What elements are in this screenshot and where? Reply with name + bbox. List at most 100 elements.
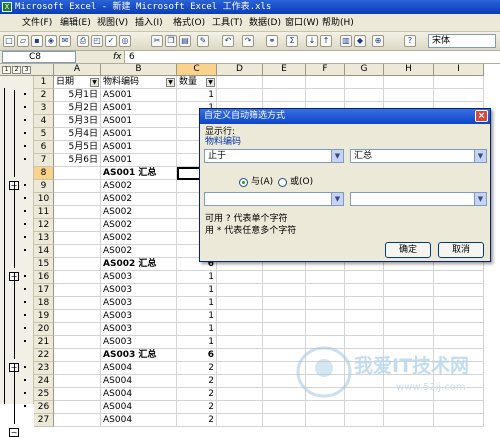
cell-a[interactable]: 5月3日 bbox=[54, 115, 101, 128]
autosum-icon[interactable]: Σ bbox=[286, 35, 298, 47]
menu-window[interactable]: 窗口(W) bbox=[285, 17, 319, 29]
cell-c[interactable]: 2 bbox=[177, 401, 217, 414]
hyperlink-icon[interactable]: ⚭ bbox=[266, 35, 278, 47]
empty-cell[interactable] bbox=[345, 310, 384, 323]
cell-c[interactable]: 1 bbox=[177, 271, 217, 284]
column-header-b[interactable]: B bbox=[101, 64, 177, 76]
row-header[interactable]: 23 bbox=[34, 362, 54, 375]
empty-cell[interactable] bbox=[217, 336, 263, 349]
empty-cell[interactable] bbox=[434, 76, 484, 89]
cancel-button[interactable]: 取消 bbox=[438, 242, 484, 258]
cell-a[interactable] bbox=[54, 310, 101, 323]
cell-b[interactable]: AS001 汇总 bbox=[101, 167, 177, 180]
email-icon[interactable]: ✉ bbox=[59, 35, 71, 47]
cell-b[interactable]: AS001 bbox=[101, 102, 177, 115]
cell-b[interactable]: AS003 bbox=[101, 297, 177, 310]
empty-cell[interactable] bbox=[434, 89, 484, 102]
format-painter-icon[interactable]: ✎ bbox=[197, 35, 209, 47]
operator2-select[interactable]: ▼ bbox=[204, 192, 344, 206]
paste-icon[interactable]: ▤ bbox=[179, 35, 191, 47]
menu-view[interactable]: 视图(V) bbox=[97, 17, 128, 29]
chart-wizard-icon[interactable]: ▥ bbox=[340, 35, 352, 47]
sort-descending-icon[interactable]: ↑ bbox=[320, 35, 332, 47]
row-header[interactable]: 26 bbox=[34, 401, 54, 414]
menu-help[interactable]: 帮助(H) bbox=[322, 17, 354, 29]
autofilter-dropdown-icon[interactable]: ▼ bbox=[206, 78, 215, 87]
column-header-h[interactable]: H bbox=[384, 64, 434, 76]
cell-c[interactable]: 1 bbox=[177, 284, 217, 297]
cell-a[interactable]: 5月4日 bbox=[54, 128, 101, 141]
drawing-icon[interactable]: ◆ bbox=[354, 35, 366, 47]
empty-cell[interactable] bbox=[217, 297, 263, 310]
row-header[interactable]: 16 bbox=[34, 271, 54, 284]
empty-cell[interactable] bbox=[434, 414, 484, 427]
row-header[interactable]: 18 bbox=[34, 297, 54, 310]
column-header-a[interactable]: A bbox=[54, 64, 101, 76]
print-preview-icon[interactable]: ◰ bbox=[91, 35, 103, 47]
research-icon[interactable]: ◎ bbox=[119, 35, 131, 47]
row-header[interactable]: 7 bbox=[34, 154, 54, 167]
print-icon[interactable]: ⎙ bbox=[77, 35, 89, 47]
value-combo[interactable]: 汇总 ▼ bbox=[350, 149, 487, 163]
cell-a[interactable] bbox=[54, 349, 101, 362]
empty-cell[interactable] bbox=[345, 297, 384, 310]
cell-c[interactable]: 1 bbox=[177, 89, 217, 102]
empty-cell[interactable] bbox=[263, 271, 306, 284]
zoom-icon[interactable]: ⊕ bbox=[372, 35, 384, 47]
cell-b[interactable]: AS004 bbox=[101, 362, 177, 375]
column-header-f[interactable]: F bbox=[306, 64, 345, 76]
cell-c[interactable]: 2 bbox=[177, 414, 217, 427]
empty-cell[interactable] bbox=[217, 349, 263, 362]
cell-a[interactable] bbox=[54, 284, 101, 297]
cell-c[interactable]: 2 bbox=[177, 388, 217, 401]
empty-cell[interactable] bbox=[217, 362, 263, 375]
empty-cell[interactable] bbox=[306, 414, 345, 427]
cell-b[interactable]: AS004 bbox=[101, 375, 177, 388]
cell-a[interactable] bbox=[54, 206, 101, 219]
cell-b[interactable]: AS001 bbox=[101, 141, 177, 154]
autofilter-dropdown-icon[interactable]: ▼ bbox=[166, 78, 175, 87]
row-header[interactable]: 3 bbox=[34, 102, 54, 115]
ok-button[interactable]: 确定 bbox=[385, 242, 431, 258]
empty-cell[interactable] bbox=[217, 310, 263, 323]
empty-cell[interactable] bbox=[217, 375, 263, 388]
cell-b[interactable]: AS004 bbox=[101, 401, 177, 414]
formula-input[interactable]: 6 bbox=[124, 51, 500, 63]
column-header-e[interactable]: E bbox=[263, 64, 306, 76]
empty-cell[interactable] bbox=[217, 323, 263, 336]
new-icon[interactable]: □ bbox=[3, 35, 15, 47]
font-name-select[interactable]: 宋体 bbox=[428, 34, 496, 48]
cell-a[interactable]: 5月1日 bbox=[54, 89, 101, 102]
cell-b[interactable]: AS001 bbox=[101, 154, 177, 167]
column-header-c[interactable]: C bbox=[177, 64, 217, 76]
column-header-i[interactable]: I bbox=[434, 64, 484, 76]
cell-a[interactable] bbox=[54, 193, 101, 206]
cell-b[interactable]: AS004 bbox=[101, 414, 177, 427]
cell-b[interactable]: AS003 bbox=[101, 271, 177, 284]
cell-b[interactable]: AS002 汇总 bbox=[101, 258, 177, 271]
cut-icon[interactable]: ✂ bbox=[151, 35, 163, 47]
cell-a[interactable] bbox=[54, 362, 101, 375]
empty-cell[interactable] bbox=[217, 401, 263, 414]
cell-a[interactable] bbox=[54, 219, 101, 232]
empty-cell[interactable] bbox=[217, 388, 263, 401]
cell-a[interactable]: 5月5日 bbox=[54, 141, 101, 154]
close-icon[interactable]: × bbox=[475, 110, 488, 122]
empty-cell[interactable] bbox=[263, 284, 306, 297]
empty-cell[interactable] bbox=[306, 89, 345, 102]
open-icon[interactable]: ▱ bbox=[17, 35, 29, 47]
cell-b[interactable]: AS003 汇总 bbox=[101, 349, 177, 362]
empty-cell[interactable] bbox=[263, 89, 306, 102]
cell-b[interactable]: AS002 bbox=[101, 193, 177, 206]
cell-a[interactable] bbox=[54, 323, 101, 336]
empty-cell[interactable] bbox=[384, 76, 434, 89]
menu-tools[interactable]: 工具(T) bbox=[212, 17, 243, 29]
cell-c[interactable]: 1 bbox=[177, 336, 217, 349]
empty-cell[interactable] bbox=[263, 310, 306, 323]
cell-b[interactable]: AS001 bbox=[101, 89, 177, 102]
empty-cell[interactable] bbox=[384, 310, 434, 323]
empty-cell[interactable] bbox=[345, 89, 384, 102]
collapse-group-button[interactable]: − bbox=[9, 428, 19, 437]
cell-b[interactable]: AS002 bbox=[101, 206, 177, 219]
sort-ascending-icon[interactable]: ↓ bbox=[306, 35, 318, 47]
